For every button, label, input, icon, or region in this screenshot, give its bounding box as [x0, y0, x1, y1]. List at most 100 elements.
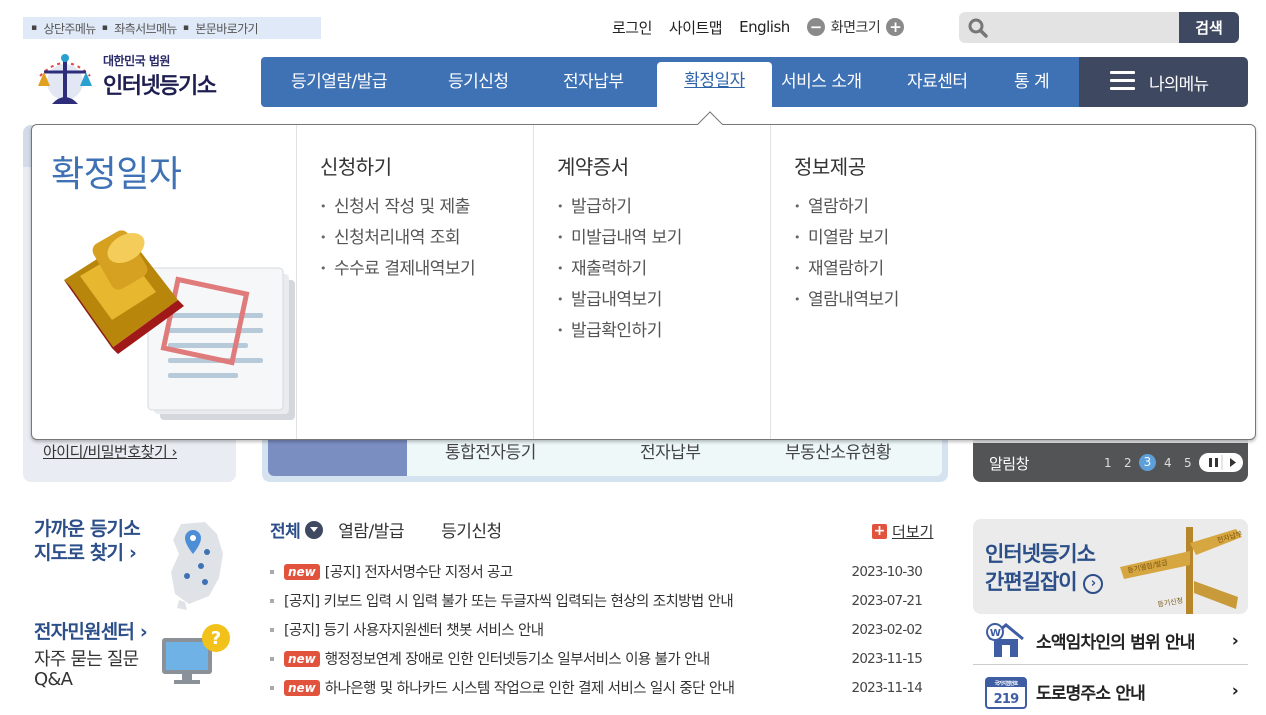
nav-item-fixed-date[interactable]: 확정일자 — [657, 62, 772, 107]
mega-link-view[interactable]: 열람하기 — [794, 192, 1030, 223]
circle-arrow-icon: › — [1082, 574, 1103, 594]
skip-navigation: ▪ 상단주메뉴 ▪ 좌측서브메뉴 ▪ 본문바로가기 — [23, 17, 321, 39]
mega-link-issue-history[interactable]: 발급내역보기 — [557, 285, 771, 316]
logo-name: 인터넷등기소 — [103, 74, 217, 99]
faq-subtitle: Q&A — [34, 669, 73, 690]
tab-all[interactable]: 전체 — [270, 517, 301, 542]
zoom-label: 화면크기 — [830, 20, 881, 36]
next-icon[interactable] — [1230, 458, 1236, 467]
search-icon — [968, 18, 988, 38]
chevron-right-icon: › — [1231, 681, 1239, 701]
guide-line2: 간편길잡이 › — [985, 568, 1103, 596]
mega-link-review[interactable]: 재열람하기 — [794, 254, 1030, 285]
skip-link-gnb[interactable]: 상단주메뉴 — [44, 20, 97, 37]
stamp-document-illustration — [64, 230, 295, 420]
e-civil-center-link[interactable]: 전자민원센터 › — [34, 617, 148, 644]
nav-item-statistics[interactable]: 통 계 — [1014, 57, 1050, 107]
pause-icon[interactable] — [1209, 458, 1218, 467]
mega-link-reprint[interactable]: 재출력하기 — [557, 254, 771, 285]
nav-item-payment[interactable]: 전자납부 — [563, 57, 624, 107]
notice-title: [공지] 전자서명수단 지정서 공고 — [324, 565, 513, 581]
alarm-page-2[interactable]: 2 — [1124, 456, 1132, 470]
list-item[interactable]: new [공지] 전자서명수단 지정서 공고 2023-10-30 — [270, 557, 934, 586]
search-input[interactable] — [994, 16, 1134, 38]
house-won-icon: W — [986, 623, 1024, 657]
english-link[interactable]: English — [739, 18, 790, 36]
notice-tabs: 전체 열람/발급 등기신청 — [270, 517, 502, 542]
list-item[interactable]: new 하나은행 및 하나카드 시스템 작업으로 인한 결제 서비스 일시 중단… — [270, 673, 934, 702]
mega-link-fee-payment-history[interactable]: 수수료 결제내역보기 — [320, 254, 534, 285]
list-item[interactable]: new 행정정보연계 장애로 인한 인터넷등기소 일부서비스 이용 불가 안내 … — [270, 644, 934, 673]
bullet-icon: ▪ — [31, 23, 37, 33]
svg-text:?: ? — [211, 628, 221, 649]
link-label: 소액임차인의 범위 안내 — [1036, 633, 1195, 653]
quick-item-e-payment[interactable]: 전자납부 — [640, 438, 701, 463]
small-tenant-guide-link[interactable]: W 소액임차인의 범위 안내 › — [973, 617, 1248, 665]
mega-link-unviewed[interactable]: 미열람 보기 — [794, 223, 1030, 254]
chevron-down-icon[interactable] — [305, 520, 324, 539]
quick-guide-banner[interactable]: 인터넷등기소 간편길잡이 › 전자납부 등기열람/발급 등기신청 — [973, 519, 1248, 614]
alarm-controls — [1199, 453, 1243, 472]
road-sign-icon: 국가지점번호 219 — [985, 677, 1027, 709]
skip-link-content[interactable]: 본문바로가기 — [195, 20, 258, 37]
list-item[interactable]: [공지] 키보드 입력 시 입력 불가 또는 두글자씩 입력되는 현상의 조치방… — [270, 586, 934, 615]
road-address-guide-link[interactable]: 국가지점번호 219 도로명주소 안내 › — [973, 667, 1248, 715]
zoom-out-icon[interactable]: − — [806, 18, 825, 36]
hamburger-icon — [1110, 71, 1135, 91]
link-label: 도로명주소 안내 — [1036, 683, 1146, 704]
alarm-page-1[interactable]: 1 — [1104, 456, 1112, 470]
guide-text: 인터넷등기소 간편길잡이 › — [985, 540, 1103, 596]
road-sign-number: 219 — [994, 692, 1019, 707]
new-badge: new — [284, 563, 320, 580]
mega-link-issue-verify[interactable]: 발급확인하기 — [557, 316, 771, 347]
site-logo[interactable]: 대한민국 법원 인터넷등기소 — [30, 46, 240, 108]
search-button[interactable]: 검색 — [1179, 12, 1239, 43]
nav-item-service-intro[interactable]: 서비스 소개 — [781, 57, 862, 107]
nav-item-apply[interactable]: 등기신청 — [448, 57, 509, 107]
mega-link-issue[interactable]: 발급하기 — [557, 192, 771, 223]
notice-title: 행정정보연계 장애로 인한 인터넷등기소 일부서비스 이용 불가 안내 — [324, 652, 710, 668]
nearby-title: 가까운 등기소 — [34, 518, 141, 540]
tab-apply[interactable]: 등기신청 — [441, 517, 502, 542]
find-id-password-link[interactable]: 아이디/비밀번호찾기 › — [43, 441, 178, 462]
alarm-page-5[interactable]: 5 — [1184, 456, 1192, 470]
list-item[interactable]: [공지] 등기 사용자지원센터 챗봇 서비스 안내 2023-02-02 — [270, 615, 934, 644]
login-link[interactable]: 로그인 — [612, 17, 652, 38]
utility-links: 로그인 사이트맵 English − 화면크기 + — [612, 15, 905, 39]
sitemap-link[interactable]: 사이트맵 — [669, 17, 723, 38]
mega-col-contract: 계약증서 발급하기 미발급내역 보기 재출력하기 발급내역보기 발급확인하기 — [533, 125, 771, 439]
bullet-icon: ▪ — [182, 23, 189, 33]
nav-item-view-issue[interactable]: 등기열람/발급 — [291, 57, 388, 107]
quick-item-integrated-e-registry[interactable]: 통합전자등기 — [445, 438, 536, 463]
logo-org: 대한민국 법원 — [103, 54, 170, 68]
skip-link-lnb[interactable]: 좌측서브메뉴 — [114, 20, 177, 37]
bullet-icon: ▪ — [101, 23, 108, 33]
court-emblem-icon — [38, 54, 92, 104]
alarm-page-3[interactable]: 3 — [1139, 454, 1156, 471]
mega-col-heading: 정보제공 — [794, 155, 866, 179]
zoom-in-icon[interactable]: + — [886, 18, 905, 36]
notice-date: 2023-02-02 — [851, 621, 923, 638]
mega-col-apply: 신청하기 신청서 작성 및 제출 신청처리내역 조회 수수료 결제내역보기 — [296, 125, 534, 439]
mega-menu-title: 확정일자 — [51, 154, 182, 195]
quick-item-property-ownership[interactable]: 부동산소유현황 — [785, 438, 891, 463]
search-box: 검색 — [959, 12, 1239, 43]
alarm-bar: 알림창 1 2 3 4 5 — [973, 443, 1248, 482]
mega-link-submit-application[interactable]: 신청서 작성 및 제출 — [320, 192, 534, 223]
svg-text:W: W — [990, 628, 1001, 639]
nav-item-data-center[interactable]: 자료센터 — [907, 57, 968, 107]
mega-link-view-history[interactable]: 열람내역보기 — [794, 285, 1030, 316]
my-menu-button[interactable]: 나의메뉴 — [1079, 57, 1248, 107]
korea-map-icon — [171, 522, 223, 610]
more-link[interactable]: + 더보기 — [872, 521, 933, 542]
new-badge: new — [284, 679, 320, 696]
alarm-page-4[interactable]: 4 — [1164, 456, 1172, 470]
faq-link[interactable]: 자주 묻는 질문 Q&A — [34, 650, 139, 690]
mega-link-unissued[interactable]: 미발급내역 보기 — [557, 223, 771, 254]
tab-view-issue[interactable]: 열람/발급 — [338, 517, 404, 542]
nearby-subtitle: 지도로 찾기 › — [34, 542, 137, 564]
mega-link-application-history[interactable]: 신청처리내역 조회 — [320, 223, 534, 254]
notice-title: [공지] 등기 사용자지원센터 챗봇 서비스 안내 — [284, 623, 544, 639]
alarm-title: 알림창 — [989, 455, 1029, 473]
nearby-registry-link[interactable]: 가까운 등기소 지도로 찾기 › — [34, 517, 141, 565]
